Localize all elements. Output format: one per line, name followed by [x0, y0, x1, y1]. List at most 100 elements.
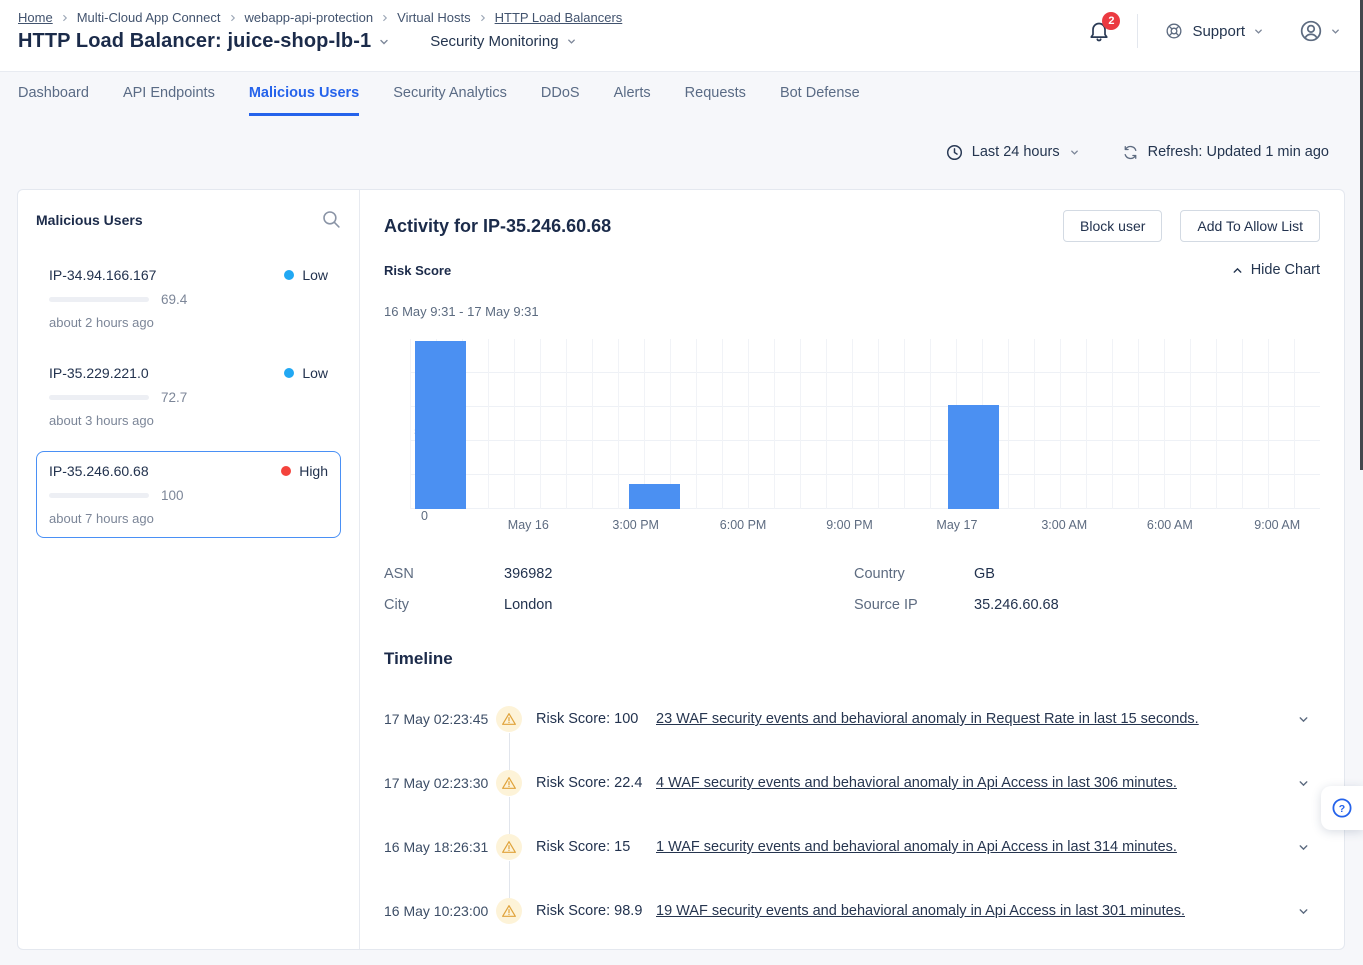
chevron-down-icon[interactable] — [1297, 841, 1310, 854]
event-detail-link[interactable]: 23 WAF security events and behavioral an… — [656, 711, 1199, 727]
svg-text:?: ? — [1339, 803, 1345, 815]
support-label: Support — [1192, 23, 1245, 40]
question-circle-icon: ? — [1330, 796, 1354, 820]
chart-xtick: 6:00 AM — [1147, 518, 1193, 532]
tab-bot-defense[interactable]: Bot Defense — [780, 85, 860, 116]
threat-level-dot — [284, 270, 294, 280]
search-icon[interactable] — [322, 210, 341, 229]
asn-value: 396982 — [504, 566, 854, 582]
support-menu[interactable]: Support — [1164, 21, 1264, 41]
activity-panel: Activity for IP-35.246.60.68 Block user … — [360, 190, 1344, 949]
chevron-down-icon — [1069, 147, 1080, 158]
risk-score-bar[interactable] — [948, 405, 999, 509]
account-menu[interactable] — [1298, 18, 1341, 44]
source-ip-value: 35.246.60.68 — [974, 597, 1320, 613]
event-risk-score: Risk Score: 22.4 — [536, 775, 656, 791]
user-ip: IP-35.246.60.68 — [49, 463, 149, 479]
threat-level: Low — [284, 365, 328, 381]
warning-icon — [496, 898, 522, 924]
tab-dashboard[interactable]: Dashboard — [18, 85, 89, 116]
chevron-right-icon — [380, 13, 390, 23]
security-monitoring-select[interactable]: Security Monitoring — [430, 33, 576, 50]
tab-security-analytics[interactable]: Security Analytics — [393, 85, 507, 116]
event-detail-link[interactable]: 19 WAF security events and behavioral an… — [656, 903, 1185, 919]
risk-score-bar[interactable] — [415, 341, 466, 509]
refresh-label: Refresh: Updated 1 min ago — [1148, 144, 1329, 160]
chart-xtick: 3:00 PM — [612, 518, 659, 532]
breadcrumb-item[interactable]: HTTP Load Balancers — [495, 10, 623, 25]
event-detail-link[interactable]: 4 WAF security events and behavioral ano… — [656, 775, 1177, 791]
risk-score-value: 100 — [161, 488, 184, 503]
event-time: 17 May 02:23:30 — [384, 775, 496, 791]
tab-alerts[interactable]: Alerts — [614, 85, 651, 116]
add-to-allow-list-button[interactable]: Add To Allow List — [1180, 210, 1320, 242]
risk-score-bar[interactable] — [629, 484, 680, 510]
refresh-button[interactable]: Refresh: Updated 1 min ago — [1122, 144, 1329, 161]
risk-score-value: 69.4 — [161, 292, 187, 307]
breadcrumb-item[interactable]: Multi-Cloud App Connect — [77, 10, 221, 25]
risk-progress-bar — [49, 395, 149, 400]
chevron-down-icon[interactable] — [378, 36, 390, 48]
risk-score-value: 72.7 — [161, 390, 187, 405]
breadcrumb-item[interactable]: webapp-api-protection — [245, 10, 374, 25]
tab-api-endpoints[interactable]: API Endpoints — [123, 85, 215, 116]
chart-xtick: 3:00 AM — [1041, 518, 1087, 532]
malicious-user-item[interactable]: IP-35.246.60.68 High 100 about 7 hours ago — [36, 451, 341, 538]
threat-level: Low — [284, 267, 328, 283]
warning-icon — [496, 834, 522, 860]
threat-level-label: Low — [302, 365, 328, 381]
city-label: City — [384, 597, 504, 613]
event-risk-score: Risk Score: 100 — [536, 711, 656, 727]
content-card: Malicious Users IP-34.94.166.167 Low 69.4 a… — [17, 189, 1345, 950]
malicious-user-item[interactable]: IP-34.94.166.167Low69.4about 2 hours ago — [36, 255, 341, 342]
chevron-down-icon[interactable] — [1297, 905, 1310, 918]
threat-level: High — [281, 463, 328, 479]
chart-xtick: 6:00 PM — [720, 518, 767, 532]
malicious-user-item[interactable]: IP-35.229.221.0 Low 72.7 about 3 hours ago — [36, 353, 341, 440]
chart-xtick: May 17 — [936, 518, 977, 532]
chevron-down-icon — [566, 36, 577, 47]
event-risk-score: Risk Score: 15 — [536, 839, 656, 855]
life-ring-icon — [1164, 21, 1184, 41]
tab-malicious-users[interactable]: Malicious Users — [249, 85, 359, 116]
context-select-label: Security Monitoring — [430, 33, 558, 50]
time-range-select[interactable]: Last 24 hours — [946, 144, 1080, 161]
security-tabs: Dashboard API Endpoints Malicious Users Sec… — [0, 85, 1363, 116]
tab-requests[interactable]: Requests — [685, 85, 746, 116]
event-risk-score: Risk Score: 98.9 — [536, 903, 656, 919]
notifications-button[interactable]: 2 — [1087, 19, 1111, 43]
risk-progress-bar — [49, 297, 149, 302]
chart-xtick: 9:00 PM — [826, 518, 873, 532]
help-button[interactable]: ? — [1321, 786, 1363, 830]
user-ip: IP-35.229.221.0 — [49, 365, 149, 381]
sidebar-title: Malicious Users — [36, 212, 143, 228]
app-header: Home Multi-Cloud App Connect webapp-api-pr… — [0, 0, 1363, 72]
threat-level-dot — [284, 368, 294, 378]
chevron-down-icon[interactable] — [1297, 777, 1310, 790]
country-value: GB — [974, 566, 1320, 582]
risk-progress-bar — [49, 493, 149, 498]
timeline-event: 17 May 02:23:45Risk Score: 10023 WAF sec… — [384, 687, 1320, 751]
tab-ddos[interactable]: DDoS — [541, 85, 580, 116]
hide-chart-toggle[interactable]: Hide Chart — [1231, 262, 1320, 278]
breadcrumb-item[interactable]: Virtual Hosts — [397, 10, 470, 25]
chevron-down-icon[interactable] — [1297, 713, 1310, 726]
risk-score-chart: 050 May 163:00 PM6:00 PM9:00 PMMay 173:0… — [384, 339, 1320, 536]
chevron-right-icon — [478, 13, 488, 23]
last-seen: about 7 hours ago — [49, 511, 328, 526]
breadcrumb-item[interactable]: Home — [18, 10, 53, 25]
user-ip: IP-34.94.166.167 — [49, 267, 156, 283]
event-detail-link[interactable]: 1 WAF security events and behavioral ano… — [656, 839, 1177, 855]
toolbar: Last 24 hours Refresh: Updated 1 min ago — [0, 138, 1363, 166]
chevron-up-icon — [1231, 264, 1244, 277]
threat-level-dot — [281, 466, 291, 476]
page-title: HTTP Load Balancer: juice-shop-lb-1 — [18, 30, 371, 53]
last-seen: about 3 hours ago — [49, 413, 328, 428]
notification-badge: 2 — [1102, 12, 1120, 30]
block-user-button[interactable]: Block user — [1063, 210, 1162, 242]
chart-xtick: May 16 — [508, 518, 549, 532]
chevron-down-icon — [1330, 26, 1341, 37]
chart-xtick: 9:00 AM — [1254, 518, 1300, 532]
header-divider — [1137, 14, 1138, 48]
ip-details: ASN 396982 Country GB City London Source… — [384, 566, 1320, 613]
